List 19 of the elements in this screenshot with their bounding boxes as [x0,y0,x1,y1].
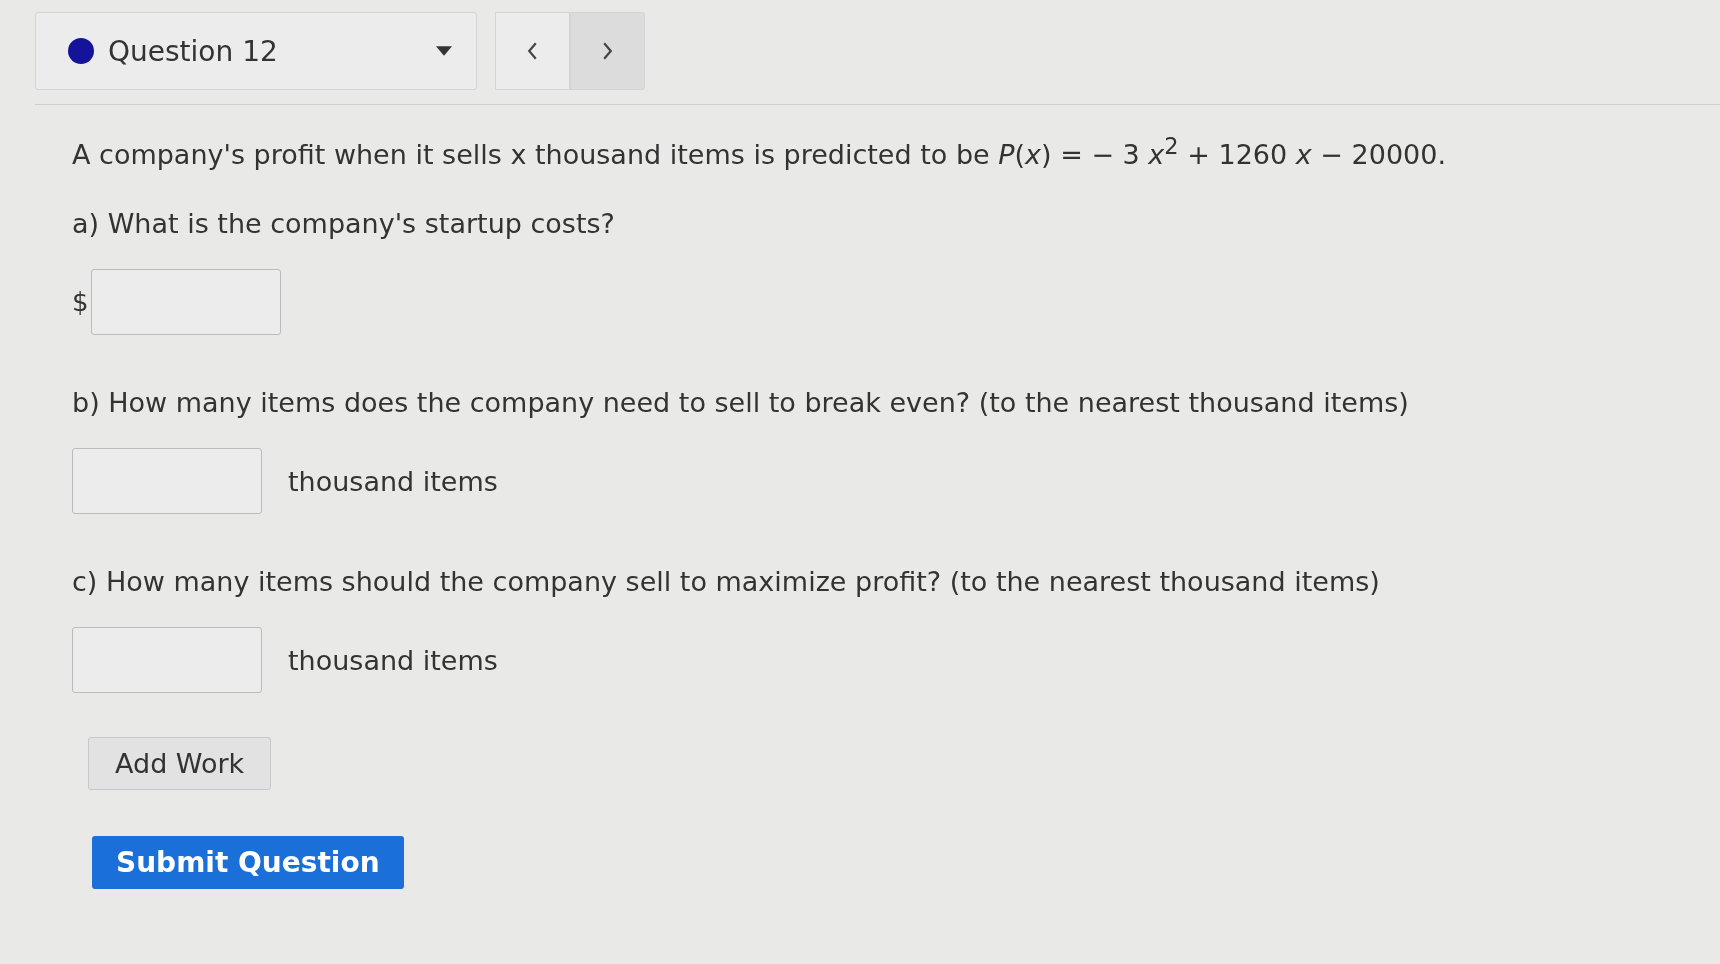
unit-label: thousand items [288,465,498,497]
question-dropdown[interactable]: Question 12 [35,12,477,90]
add-work-button[interactable]: Add Work [88,737,272,790]
chevron-left-icon [527,42,538,60]
answer-field[interactable] [72,627,262,693]
caret-icon [436,46,452,56]
question-prompt: a) What is the company's startup costs? [72,208,616,239]
next-button[interactable] [570,12,645,90]
question-prompt: c) How many items should the company sell to maximize profit? (to the nearest thousand items) [72,566,1381,597]
previous-button[interactable] [495,12,570,90]
question-text: A company's profit when it sells x thousand items is predicted to be P(x) = − 3 x$^{2}$ + 1260 x − 20000. [72,133,1447,170]
chevron-right-icon [602,42,613,60]
answer-field[interactable] [72,448,262,514]
dollar-sign: $ [72,287,89,317]
question-prompt: b) How many items does the company need to sell to break even? (to the nearest thousand items) [72,387,1410,418]
unit-label: thousand items [288,644,498,676]
submit-button[interactable]: Submit Question [92,836,404,889]
answer-field[interactable] [90,269,281,335]
status-dot-icon [68,38,94,64]
